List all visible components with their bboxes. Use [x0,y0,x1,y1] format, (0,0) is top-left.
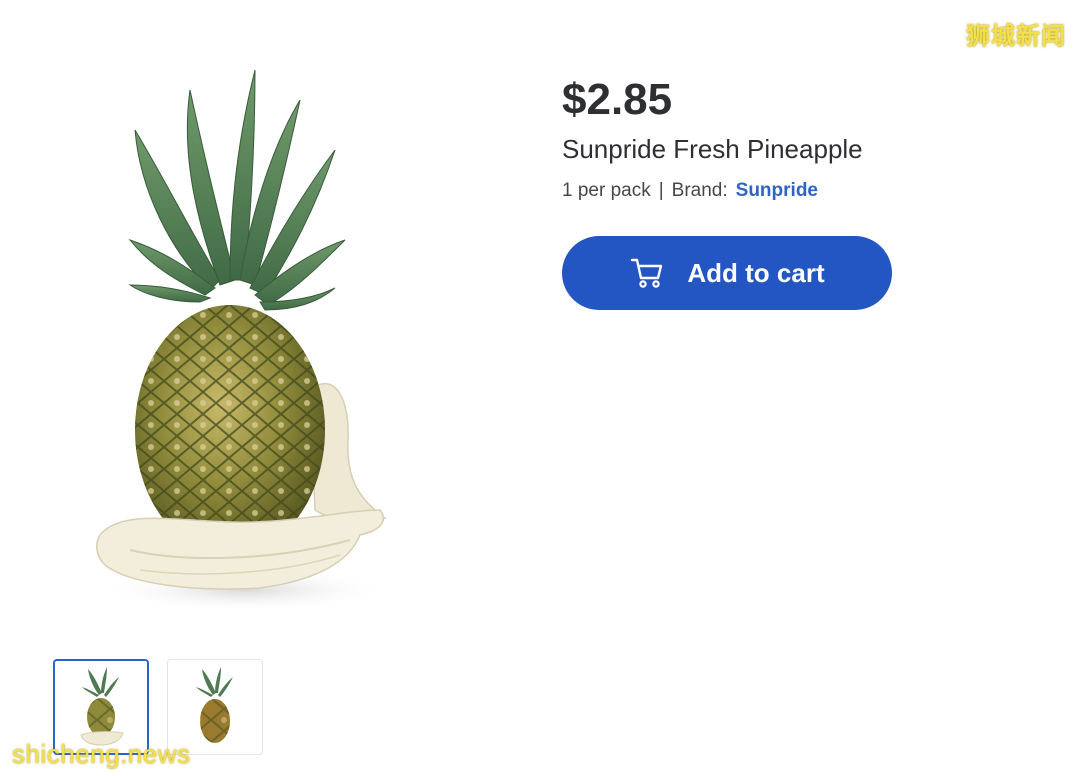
pineapple-on-cloth-thumbnail [80,667,124,746]
product-main-image [60,40,420,620]
cart-icon [629,255,665,291]
meta-separator: | [658,180,664,201]
add-to-cart-label: Add to cart [687,257,825,288]
brand-label: Brand: [671,180,728,201]
product-meta: 1 per pack | Brand: Sunpride [562,178,1032,204]
watermark-top: 狮城新闻 [966,23,1066,50]
pineapple-main-illustration [95,69,395,612]
pack-info: 1 per pack [562,180,651,201]
add-to-cart-button[interactable]: Add to cart [562,236,892,310]
watermark-bottom: shicheng.news [12,739,191,769]
product-price: $2.85 [562,75,673,124]
product-title: Sunpride Fresh Pineapple [562,134,863,164]
pineapple-plain-thumbnail [196,667,233,743]
brand-link[interactable]: Sunpride [736,178,818,204]
product-info-panel: $2.85 Sunpride Fresh Pineapple 1 per pac… [562,74,1032,310]
